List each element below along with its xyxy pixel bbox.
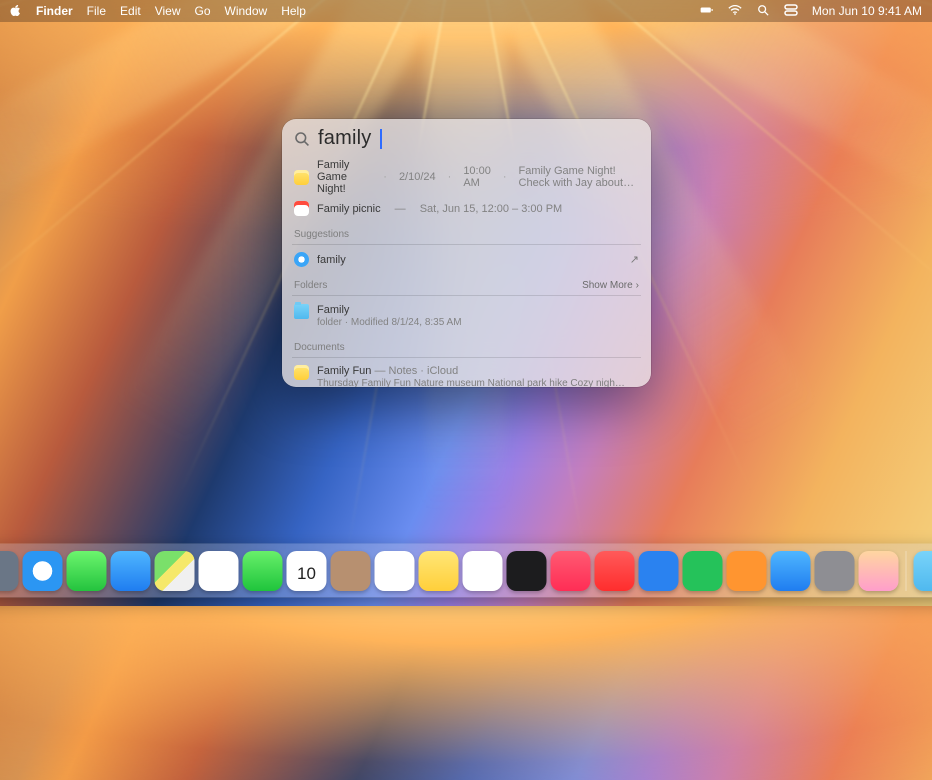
dock-notes[interactable] [419, 551, 459, 591]
menu-help[interactable]: Help [281, 4, 306, 18]
dock-maps[interactable] [155, 551, 195, 591]
dock-iphone-mirroring[interactable] [859, 551, 899, 591]
dock-messages[interactable] [67, 551, 107, 591]
chevron-right-icon: › [636, 280, 639, 291]
open-arrow-icon: ↗ [630, 253, 639, 266]
menu-file[interactable]: File [87, 4, 106, 18]
safari-icon [294, 252, 309, 267]
dock-calendar[interactable]: JUN 10 [287, 551, 327, 591]
control-center-icon[interactable] [784, 4, 798, 19]
dock-mail[interactable] [111, 551, 151, 591]
calendar-icon [294, 201, 309, 216]
wifi-icon[interactable] [728, 4, 742, 19]
section-documents: Documents [292, 332, 641, 358]
show-more-button[interactable]: Show More › [582, 280, 639, 291]
notes-icon [294, 170, 309, 185]
dock-contacts[interactable] [331, 551, 371, 591]
dock-tv[interactable] [507, 551, 547, 591]
spotlight-panel: family Family Game Night! · 2/10/24 · 10… [282, 119, 651, 387]
dock-divider [906, 551, 907, 591]
suggestion-item[interactable]: family ↗ [292, 249, 641, 270]
dock-safari[interactable] [23, 551, 63, 591]
result-item[interactable]: Family Game Night! · 2/10/24 · 10:00 AM … [292, 156, 641, 198]
dock-pages[interactable] [727, 551, 767, 591]
dock-launchpad[interactable] [0, 551, 19, 591]
spotlight-menubar-icon[interactable] [756, 4, 770, 19]
app-name[interactable]: Finder [36, 4, 73, 18]
dock-appstore[interactable] [771, 551, 811, 591]
dock-facetime[interactable] [243, 551, 283, 591]
menu-window[interactable]: Window [225, 4, 268, 18]
menu-view[interactable]: View [155, 4, 181, 18]
document-result[interactable]: Family Fun — Notes · iCloud Thursday Fam… [292, 362, 641, 387]
section-suggestions: Suggestions [292, 219, 641, 245]
dock-numbers[interactable] [683, 551, 723, 591]
section-folders: Folders Show More › [292, 270, 641, 296]
folder-icon [294, 304, 309, 319]
dock-music[interactable] [551, 551, 591, 591]
text-cursor [380, 129, 382, 149]
menu-go[interactable]: Go [195, 4, 211, 18]
apple-menu[interactable] [10, 4, 22, 19]
dock-keynote[interactable] [639, 551, 679, 591]
menubar: Finder File Edit View Go Window Help Mon… [0, 0, 932, 22]
spotlight-query: family [318, 127, 371, 150]
menu-edit[interactable]: Edit [120, 4, 141, 18]
dock-photos[interactable] [199, 551, 239, 591]
dock-settings[interactable] [815, 551, 855, 591]
battery-icon[interactable] [700, 4, 714, 19]
dock-news[interactable] [595, 551, 635, 591]
notes-icon [294, 365, 309, 380]
spotlight-search-field[interactable]: family [282, 119, 651, 156]
dock: JUN 10 [0, 544, 932, 597]
dock-reminders[interactable] [375, 551, 415, 591]
result-item[interactable]: Family picnic — Sat, Jun 15, 12:00 – 3:0… [292, 198, 641, 219]
menubar-clock[interactable]: Mon Jun 10 9:41 AM [812, 4, 922, 18]
folder-result[interactable]: Family folder · Modified 8/1/24, 8:35 AM [292, 300, 641, 332]
dock-downloads[interactable] [914, 551, 932, 591]
dock-freeform[interactable] [463, 551, 503, 591]
search-icon [294, 131, 310, 147]
